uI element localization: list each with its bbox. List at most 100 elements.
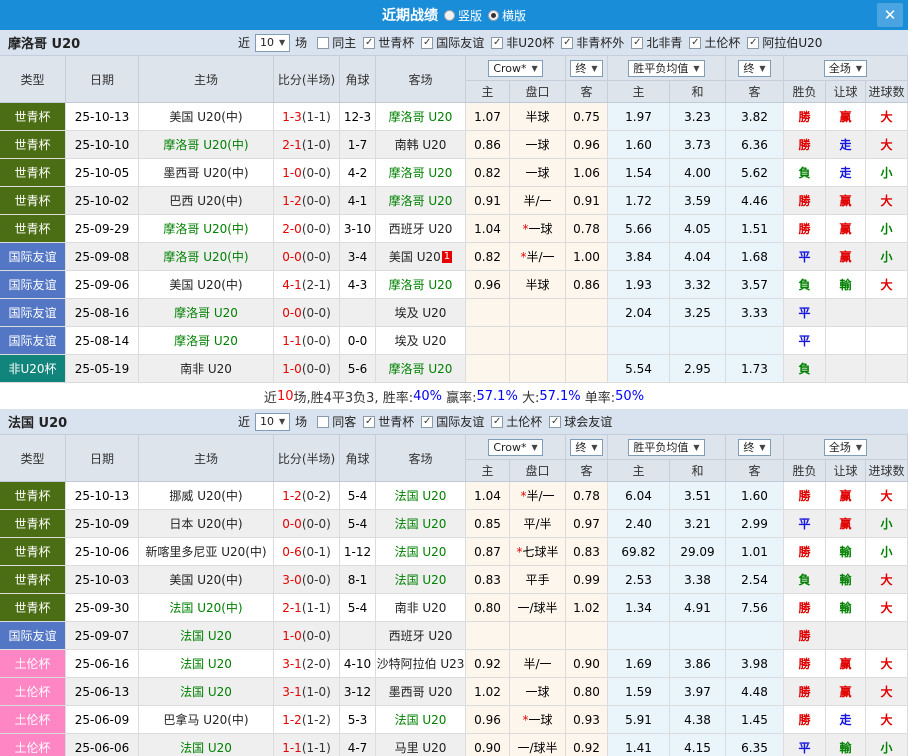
odds-column-select[interactable]: 终▼ [738,60,770,77]
competition-checkbox[interactable]: ✓ [491,416,503,428]
handicap-value: 半球 [525,276,549,293]
chevron-down-icon: ▼ [591,443,597,452]
competition-label[interactable]: 阿拉伯U20 [762,34,822,51]
layout-vertical-label[interactable]: 竖版 [458,7,482,24]
competition-checkbox[interactable]: ✓ [631,37,643,49]
home-team: 摩洛哥 U20 [139,299,274,326]
chevron-down-icon: ▼ [532,64,538,73]
avg-away-odds: 1.60 [726,482,784,509]
date-cell: 25-09-06 [66,271,139,298]
result-cell: 勝 [784,650,826,677]
competition-checkbox[interactable]: ✓ [421,416,433,428]
avg-draw-odds: 3.21 [670,510,726,537]
away-odds: 0.97 [566,510,608,537]
home-team: 法国 U20 [139,622,274,649]
away-team-name: 美国 U20 [389,248,441,265]
home-odds [466,355,510,382]
radio-unselected-icon[interactable] [444,10,455,21]
odds-column-select[interactable]: Crow*▼ [488,60,542,77]
avg-draw-odds: 3.25 [670,299,726,326]
competition-label[interactable]: 球会友谊 [564,413,612,430]
sub-column-header: 客 [566,459,608,481]
sub-column-header: 进球数 [866,459,908,481]
score-cell: 1-0(0-0) [274,159,340,186]
odds-column-select[interactable]: 终▼ [570,60,602,77]
competition-label[interactable]: 国际友谊 [436,34,484,51]
competition-checkbox[interactable]: ✓ [363,416,375,428]
competition-checkbox[interactable]: ✓ [549,416,561,428]
odds-column-select[interactable]: Crow*▼ [488,439,542,456]
layout-vertical-radio[interactable]: 竖版 [444,7,482,24]
score-cell: 3-1(1-0) [274,678,340,705]
column-header: 类型 [0,435,66,481]
away-team-name: 墨西哥 U20 [389,683,453,700]
column-header: 主场 [139,56,274,102]
layout-horizontal-radio[interactable]: 横版 [488,7,526,24]
odds-column-select[interactable]: 终▼ [570,439,602,456]
match-row: 世青杯25-09-29摩洛哥 U20(中)2-0(0-0)3-10西班牙 U20… [0,215,908,243]
competition-label[interactable]: 土伦杯 [506,413,542,430]
competition-checkbox[interactable]: ✓ [421,37,433,49]
competition-checkbox[interactable]: ✓ [747,37,759,49]
competition-checkbox[interactable]: ✓ [491,37,503,49]
odds-column-select[interactable]: 终▼ [738,439,770,456]
odds-column-select[interactable]: 胜平负均值▼ [628,439,704,456]
corner-cell: 12-3 [340,103,376,130]
competition-label[interactable]: 非青杯外 [576,34,624,51]
type-cell: 非U20杯 [0,355,66,382]
games-count-select[interactable]: 10▼ [255,34,290,52]
competition-checkbox[interactable]: ✓ [561,37,573,49]
type-cell: 世青杯 [0,510,66,537]
summary-segment: 场,胜4平3负3, 胜率: [293,387,413,406]
avg-home-odds: 5.54 [608,355,670,382]
select-value: 终 [743,439,754,455]
avg-draw-odds [670,327,726,354]
dropdown-cell: 全场▼ [784,435,908,459]
close-icon[interactable]: ✕ [877,3,903,27]
avg-home-odds: 1.69 [608,650,670,677]
same-venue-label[interactable]: 同主 [332,34,356,51]
handicap-cell: 平/半 [510,510,566,537]
handicap-result-cell: 走 [826,131,866,158]
same-venue-checkbox[interactable] [317,37,329,49]
sub-column-header: 胜负 [784,80,826,102]
avg-home-odds: 1.59 [608,678,670,705]
away-odds: 0.99 [566,566,608,593]
fulltime-score: 3-1 [282,657,302,671]
corner-cell: 4-10 [340,650,376,677]
date-cell: 25-10-06 [66,538,139,565]
match-row: 国际友谊25-09-06美国 U20(中)4-1(2-1)4-3摩洛哥 U200… [0,271,908,299]
same-venue-checkbox[interactable] [317,416,329,428]
away-team-name: 埃及 U20 [395,304,447,321]
competition-checkbox[interactable]: ✓ [689,37,701,49]
radio-selected-icon[interactable] [488,10,499,21]
column-header: 客场 [376,56,466,102]
halftime-score: (0-0) [302,166,331,180]
competition-label[interactable]: 世青杯 [378,34,414,51]
fulltime-score: 1-1 [282,334,302,348]
games-count-select[interactable]: 10▼ [255,413,290,431]
avg-away-odds: 1.45 [726,706,784,733]
column-header: 角球 [340,435,376,481]
layout-horizontal-label[interactable]: 横版 [502,7,526,24]
handicap-result-cell: 輸 [826,271,866,298]
competition-label[interactable]: 世青杯 [378,413,414,430]
dropdown-cell: 终▼ [566,435,608,459]
same-venue-label[interactable]: 同客 [332,413,356,430]
odds-column-select[interactable]: 全场▼ [824,60,867,77]
away-team: 南非 U20 [376,594,466,621]
type-cell: 土伦杯 [0,734,66,756]
odds-column-select[interactable]: 胜平负均值▼ [628,60,704,77]
competition-label[interactable]: 非U20杯 [506,34,554,51]
select-value: 全场 [829,60,851,76]
near-label: 近 [238,413,250,430]
competition-checkbox[interactable]: ✓ [363,37,375,49]
competition-label[interactable]: 土伦杯 [704,34,740,51]
select-value: Crow* [493,441,526,454]
away-odds: 1.00 [566,243,608,270]
chevron-down-icon: ▼ [759,64,765,73]
competition-label[interactable]: 国际友谊 [436,413,484,430]
odds-column-select[interactable]: 全场▼ [824,439,867,456]
competition-label[interactable]: 北非青 [646,34,682,51]
team-section: 摩洛哥 U20近10▼场同主✓世青杯✓国际友谊✓非U20杯✓非青杯外✓北非青✓土… [0,30,908,409]
